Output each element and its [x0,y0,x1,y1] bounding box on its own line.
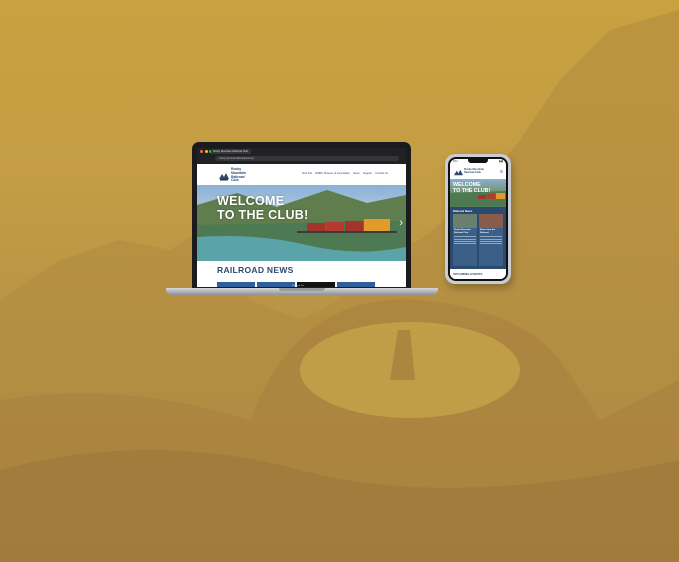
status-time: 9:41 [453,160,458,163]
nav-item-news[interactable]: News [353,172,360,175]
news-card[interactable]: Rocky Mountain Railroad Club [453,214,477,266]
mobile-header: Rocky Mountain Railroad Club ≡ [450,165,506,179]
nav-item-support[interactable]: Support [363,172,372,175]
laptop-mockup: Rocky Mountain Railroad Club rockymounta… [166,142,438,298]
laptop-screen: Rocky Mountain Railroad Club rockymounta… [197,148,406,287]
hero-line-1: WELCOME [217,194,285,208]
news-card[interactable] [337,282,375,287]
minimize-dot-icon[interactable] [204,150,208,153]
news-heading: RAILROAD NEWS [217,265,294,275]
nav-item-contact[interactable]: Contact Us [375,172,388,175]
mobile-news-heading: Railroad News [453,209,473,213]
hamburger-menu-icon[interactable]: ≡ [500,169,503,175]
upcoming-events-heading: UPCOMING EVENTS [453,272,483,276]
news-card[interactable] [217,282,255,287]
browser-chrome: Rocky Mountain Railroad Club rockymounta… [197,148,406,164]
news-card[interactable]: News from the Railroad [479,214,503,266]
nav-item-club-info[interactable]: Club Info [302,172,312,175]
news-card-image [453,214,477,228]
hero-banner: WELCOME TO THE CLUB! › [197,185,406,261]
close-dot-icon[interactable] [200,150,203,153]
logo-text: Rocky Mountain Railroad Club [231,167,247,183]
mountain-train-logo-icon [454,169,463,176]
news-card-title: Rocky Mountain Railroad Club [454,229,471,234]
laptop-brand-label: MacBook Pro [292,285,305,287]
browser-tab[interactable]: Rocky Mountain Railroad Club [211,149,251,154]
mobile-hero-line-2: TO THE CLUB! [453,188,491,194]
phone-screen: 9:41 ▮▮▮ Rocky Mountain Railroad Club ≡ [450,159,506,279]
mobile-news-cards: Rocky Mountain Railroad Club News from t… [453,214,503,266]
hero-heading: WELCOME TO THE CLUB! [217,194,309,222]
hero-line-2: TO THE CLUB! [217,208,309,222]
signal-icon: ▮▮▮ [499,160,503,163]
news-card[interactable] [257,282,295,287]
news-card-title: News from the Railroad [480,229,496,234]
news-section: RAILROAD NEWS [197,261,406,287]
mobile-hero: WELCOME TO THE CLUB! [450,179,506,207]
carousel-next-icon[interactable]: › [399,217,403,229]
mountain-train-logo-icon [219,172,229,181]
mobile-hero-heading: WELCOME TO THE CLUB! [453,182,490,194]
mobile-events-section: UPCOMING EVENTS [450,269,506,279]
nav-item-museum[interactable]: RMRC Museum & Foundation [315,172,350,175]
phone-bezel: 9:41 ▮▮▮ Rocky Mountain Railroad Club ≡ [448,157,508,281]
mobile-logo-text[interactable]: Rocky Mountain Railroad Club [464,168,486,174]
main-nav: Club Info RMRC Museum & Foundation News … [302,172,388,175]
news-card-image [479,214,503,228]
site-logo[interactable]: Rocky Mountain Railroad Club [219,167,253,183]
phone-mockup: 9:41 ▮▮▮ Rocky Mountain Railroad Club ≡ [445,154,511,284]
site-header: Rocky Mountain Railroad Club Club Info R… [197,164,406,185]
phone-notch [468,159,488,163]
laptop-lid: Rocky Mountain Railroad Club rockymounta… [192,142,411,288]
mobile-news-section: Railroad News Rocky Mountain Railroad Cl… [450,207,506,269]
laptop-notch [279,288,325,291]
address-bar[interactable]: rockymountainrailroadclub.org [215,156,399,161]
